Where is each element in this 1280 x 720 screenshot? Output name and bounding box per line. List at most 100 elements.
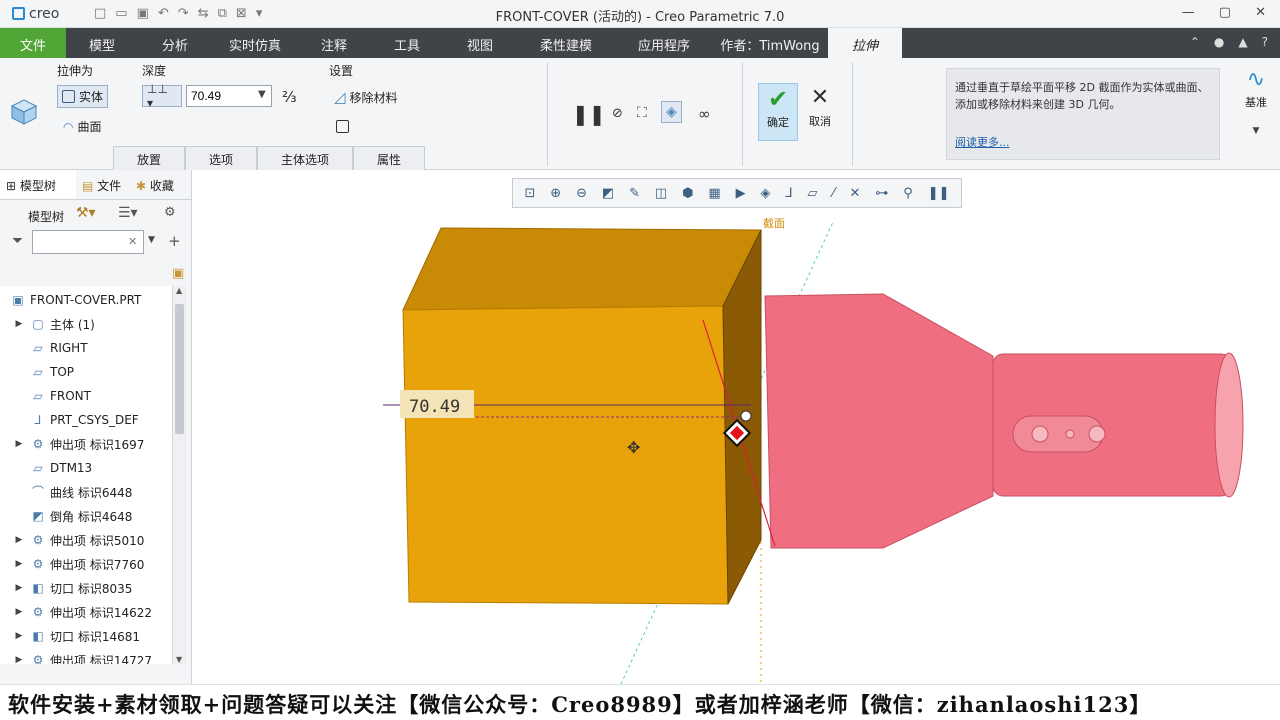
tab-model-tree[interactable]: ⊞ 模型树 xyxy=(0,170,76,199)
tab-extrude[interactable]: 拉伸 xyxy=(828,28,902,58)
datum-group[interactable]: ∿ 基准 ▼ xyxy=(1238,66,1274,136)
point-display-icon[interactable]: ⊶ xyxy=(875,186,888,201)
tree-settings-icon[interactable]: ⚒▾ xyxy=(76,205,96,221)
tree-item[interactable]: ◩ 倒角 标识4648 xyxy=(0,504,172,528)
tree-extras-icon[interactable]: ▣ xyxy=(172,266,184,281)
tree-item[interactable]: ▶ ⚙ 伸出项 标识14727 xyxy=(0,648,172,664)
annotation-display-icon[interactable]: ❚❚ xyxy=(928,186,950,201)
csys-display-icon[interactable]: ⚲ xyxy=(903,186,913,201)
user-icon[interactable]: ● xyxy=(1214,35,1224,51)
sketch-view-icon[interactable]: ▱ xyxy=(808,186,818,201)
chevron-down-icon[interactable]: ▼ xyxy=(1238,126,1274,136)
help-icon[interactable]: ? xyxy=(1262,35,1268,51)
tree-item[interactable]: ▶ ⚙ 伸出项 标识7760 xyxy=(0,552,172,576)
plane-display-icon[interactable]: ⁄ xyxy=(832,186,834,201)
tree-item[interactable]: ▶ ▢ 主体 (1) xyxy=(0,312,172,336)
expand-arrow-icon[interactable]: ▶ xyxy=(12,655,26,664)
tree-item[interactable]: ▱ FRONT xyxy=(0,384,172,408)
existing-part[interactable] xyxy=(764,293,1244,549)
subtab-properties[interactable]: 属性 xyxy=(353,146,425,170)
filter-icon[interactable]: ⏷ xyxy=(12,233,23,249)
expand-arrow-icon[interactable]: ▶ xyxy=(12,583,26,593)
datum-display-icon[interactable]: ⅃ xyxy=(785,186,792,201)
tab-annotate[interactable]: 注释 xyxy=(298,28,370,58)
display-style-icon[interactable]: ◫ xyxy=(655,186,667,201)
close-icon[interactable]: ✕ xyxy=(1255,5,1266,20)
zoom-out-icon[interactable]: ⊖ xyxy=(576,186,587,201)
graphics-window[interactable]: 70.49 ✥ 截面 ⊡ ⊕ ⊖ ◩ ✎ ◫ ⬢ ▦ ▶ ◈ ⅃ ▱ ⁄ ✕ ⊶… xyxy=(193,170,1280,684)
tab-view[interactable]: 视图 xyxy=(444,28,516,58)
preview-geometry-button[interactable]: ⛶ xyxy=(633,103,651,123)
dimension-value[interactable]: 70.49 xyxy=(409,397,460,417)
read-more-link[interactable]: 阅读更多... xyxy=(955,134,1010,151)
tab-folder-browser[interactable]: ▤ 文件 xyxy=(76,170,130,199)
no-preview-button[interactable]: ⊘ xyxy=(608,104,627,123)
expand-arrow-icon[interactable]: ▶ xyxy=(12,559,26,569)
model-scene[interactable]: 70.49 ✥ 截面 xyxy=(193,170,1280,684)
scroll-up-icon[interactable]: ▲ xyxy=(176,286,182,295)
subtab-body-options[interactable]: 主体选项 xyxy=(257,146,353,170)
tab-applications[interactable]: 应用程序 xyxy=(616,28,712,58)
search-dropdown-icon[interactable]: ▼ xyxy=(148,235,155,245)
expand-arrow-icon[interactable]: ▶ xyxy=(12,631,26,641)
tree-item[interactable]: ⌒ 曲线 标识6448 xyxy=(0,480,172,504)
tree-item[interactable]: ▶ ⚙ 伸出项 标识5010 xyxy=(0,528,172,552)
tab-model[interactable]: 模型 xyxy=(66,28,138,58)
refit-icon[interactable]: ⊡ xyxy=(524,186,535,201)
view-manager-icon[interactable]: ▦ xyxy=(708,186,720,201)
tree-scroll-thumb[interactable] xyxy=(175,304,184,434)
tree-item[interactable]: ▶ ⚙ 伸出项 标识14622 xyxy=(0,600,172,624)
scroll-down-icon[interactable]: ▼ xyxy=(176,655,182,664)
depth-value-dropdown-icon[interactable]: ▼ xyxy=(258,89,266,100)
surface-button[interactable]: ◠ 曲面 xyxy=(59,116,106,137)
tree-root[interactable]: ▣ FRONT-COVER.PRT xyxy=(0,288,172,312)
pan-icon[interactable]: ✎ xyxy=(629,186,640,201)
expand-arrow-icon[interactable]: ▶ xyxy=(12,439,26,449)
pause-button[interactable]: ❚❚ xyxy=(568,100,610,128)
preview-feature-button[interactable]: ◈ xyxy=(661,101,682,123)
tree-item[interactable]: ▶ ◧ 切口 标识14681 xyxy=(0,624,172,648)
subtab-options[interactable]: 选项 xyxy=(185,146,257,170)
minimize-ribbon-icon[interactable]: ⌃ xyxy=(1190,35,1200,51)
tab-simulate[interactable]: 实时仿真 xyxy=(212,28,298,58)
subtab-placement[interactable]: 放置 xyxy=(113,146,185,170)
clear-search-icon[interactable]: ✕ xyxy=(128,235,137,248)
tree-item[interactable]: ▱ DTM13 xyxy=(0,456,172,480)
saved-orientations-icon[interactable]: ⬢ xyxy=(682,186,693,201)
thicken-sketch-button[interactable] xyxy=(332,118,353,135)
tree-item[interactable]: ⅃ PRT_CSYS_DEF xyxy=(0,408,172,432)
tab-favorites[interactable]: ✱ 收藏 xyxy=(130,170,184,199)
expand-arrow-icon[interactable]: ▶ xyxy=(12,607,26,617)
perspective-icon[interactable]: ▶ xyxy=(736,186,746,201)
remove-material-button[interactable]: ◿ 移除材料 xyxy=(330,86,402,108)
tree-item[interactable]: ▱ RIGHT xyxy=(0,336,172,360)
ok-button[interactable]: ✔ 确定 xyxy=(758,83,798,141)
in-graphics-toolbar: ⊡ ⊕ ⊖ ◩ ✎ ◫ ⬢ ▦ ▶ ◈ ⅃ ▱ ⁄ ✕ ⊶ ⚲ ❚❚ xyxy=(512,178,962,208)
academy-icon[interactable]: ▲ xyxy=(1238,35,1247,51)
expand-arrow-icon[interactable]: ▶ xyxy=(12,535,26,545)
solid-button[interactable]: 实体 xyxy=(57,85,109,108)
tree-item[interactable]: ▱ TOP xyxy=(0,360,172,384)
tree-show-icon[interactable]: ☰▾ xyxy=(118,205,138,221)
zoom-in-icon[interactable]: ⊕ xyxy=(550,186,561,201)
flip-depth-direction-button[interactable]: ⅔ xyxy=(278,86,301,108)
tree-item[interactable]: ▶ ◧ 切口 标识8035 xyxy=(0,576,172,600)
cancel-button[interactable]: ✕ 取消 xyxy=(800,83,840,141)
tree-item[interactable]: ▶ ⚙ 伸出项 标识1697 xyxy=(0,432,172,456)
minimize-icon[interactable]: — xyxy=(1182,5,1195,20)
tree-scrollbar[interactable]: ▲ ▼ xyxy=(172,286,186,664)
repaint-icon[interactable]: ◩ xyxy=(602,186,614,201)
expand-arrow-icon[interactable]: ▶ xyxy=(12,319,26,329)
verify-mode-button[interactable]: ∞ xyxy=(694,103,715,125)
tab-file[interactable]: 文件 xyxy=(0,28,66,58)
axis-display-icon[interactable]: ✕ xyxy=(850,186,861,201)
depth-type-dropdown[interactable]: ⊥⊥ ▾ xyxy=(142,82,182,110)
add-filter-icon[interactable]: + xyxy=(168,232,181,250)
section-icon[interactable]: ◈ xyxy=(760,186,770,201)
tab-author[interactable]: 作者：TimWong xyxy=(712,28,828,58)
tree-filters-icon[interactable]: ⚙ xyxy=(164,205,176,220)
maximize-icon[interactable]: ▢ xyxy=(1219,5,1231,20)
tab-analysis[interactable]: 分析 xyxy=(138,28,212,58)
tab-flexible-modeling[interactable]: 柔性建模 xyxy=(516,28,616,58)
tab-tools[interactable]: 工具 xyxy=(370,28,444,58)
